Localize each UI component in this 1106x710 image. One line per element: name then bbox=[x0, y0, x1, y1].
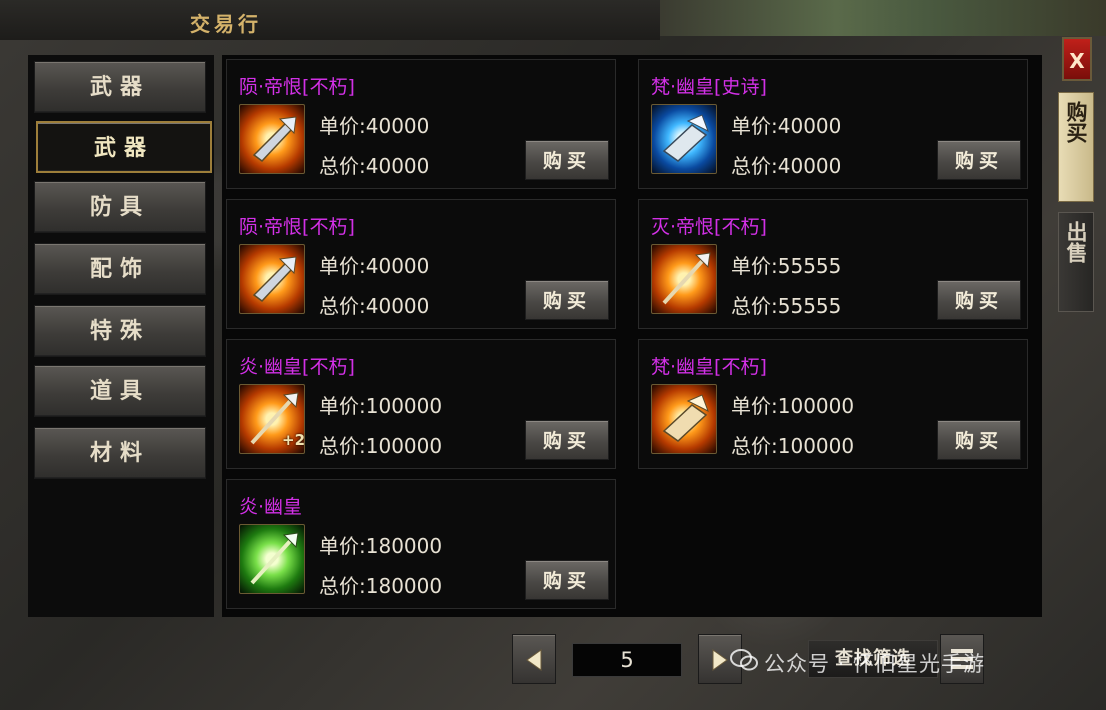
enhance-level: +2 bbox=[282, 431, 305, 449]
listing-card: 陨·帝恨[不朽] 单价:40000 总价:40000 购买 bbox=[226, 199, 616, 329]
title-bar: 交易行 bbox=[0, 0, 660, 40]
item-name: 梵·幽皇[不朽] bbox=[651, 356, 767, 378]
halberd-green-icon[interactable] bbox=[239, 524, 305, 594]
item-name: 炎·幽皇 bbox=[239, 496, 303, 518]
unit-price-row: 单价:40000 bbox=[319, 250, 429, 279]
total-price-value: 40000 bbox=[365, 154, 430, 178]
total-price-label: 总价: bbox=[731, 434, 778, 458]
category-sidebar: 武器 武器 防具 配饰 特殊 道具 材料 bbox=[28, 55, 214, 617]
unit-price-row: 单价:40000 bbox=[731, 110, 841, 139]
total-price-row: 总价:180000 bbox=[319, 570, 442, 599]
total-price-value: 40000 bbox=[777, 154, 842, 178]
trade-window: 交易行 X 购买 出售 武器 武器 防具 配饰 特殊 道具 材料 陨·帝恨[不朽… bbox=[0, 0, 1106, 710]
unit-price-value: 40000 bbox=[365, 114, 430, 138]
category-armor[interactable]: 防具 bbox=[34, 181, 206, 233]
halberd-orange-icon[interactable] bbox=[651, 244, 717, 314]
unit-price-row: 单价:40000 bbox=[319, 110, 429, 139]
total-price-label: 总价: bbox=[319, 154, 366, 178]
weapon-orange-icon[interactable] bbox=[239, 104, 305, 174]
buy-button[interactable]: 购买 bbox=[937, 420, 1021, 460]
unit-price-row: 单价:55555 bbox=[731, 250, 841, 279]
unit-price-label: 单价: bbox=[731, 114, 778, 138]
total-price-value: 55555 bbox=[777, 294, 842, 318]
prev-page-button[interactable] bbox=[512, 634, 556, 684]
listing-card: 梵·幽皇[不朽] 单价:100000 总价:100000 购买 bbox=[638, 339, 1028, 469]
category-weapon[interactable]: 武器 bbox=[34, 61, 206, 113]
tab-buy[interactable]: 购买 bbox=[1058, 92, 1094, 202]
unit-price-value: 40000 bbox=[777, 114, 842, 138]
total-price-row: 总价:55555 bbox=[731, 290, 841, 319]
total-price-row: 总价:40000 bbox=[319, 150, 429, 179]
listing-card: 灭·帝恨[不朽] 单价:55555 总价:55555 购买 bbox=[638, 199, 1028, 329]
unit-price-label: 单价: bbox=[319, 394, 366, 418]
category-weapon-selected[interactable]: 武器 bbox=[36, 121, 212, 173]
weapon-orange-icon[interactable] bbox=[651, 384, 717, 454]
total-price-value: 100000 bbox=[777, 434, 855, 458]
unit-price-label: 单价: bbox=[731, 254, 778, 278]
buy-button[interactable]: 购买 bbox=[525, 280, 609, 320]
tab-sell[interactable]: 出售 bbox=[1058, 212, 1094, 312]
total-price-row: 总价:40000 bbox=[731, 150, 841, 179]
unit-price-value: 180000 bbox=[365, 534, 443, 558]
total-price-label: 总价: bbox=[319, 434, 366, 458]
total-price-label: 总价: bbox=[731, 294, 778, 318]
weapon-blue-icon[interactable] bbox=[651, 104, 717, 174]
arrow-left-icon bbox=[526, 649, 542, 671]
close-button[interactable]: X bbox=[1062, 37, 1092, 81]
item-name: 梵·幽皇[史诗] bbox=[651, 76, 767, 98]
unit-price-value: 100000 bbox=[365, 394, 443, 418]
total-price-value: 40000 bbox=[365, 294, 430, 318]
unit-price-label: 单价: bbox=[319, 534, 366, 558]
total-price-label: 总价: bbox=[731, 154, 778, 178]
total-price-value: 100000 bbox=[365, 434, 443, 458]
item-name: 陨·帝恨[不朽] bbox=[239, 216, 355, 238]
halberd-orange-icon[interactable]: +2 bbox=[239, 384, 305, 454]
unit-price-row: 单价:100000 bbox=[731, 390, 854, 419]
total-price-row: 总价:100000 bbox=[731, 430, 854, 459]
item-name: 灭·帝恨[不朽] bbox=[651, 216, 767, 238]
listing-card: 梵·幽皇[史诗] 单价:40000 总价:40000 购买 bbox=[638, 59, 1028, 189]
listing-card: 炎·幽皇 单价:180000 总价:180000 购买 bbox=[226, 479, 616, 609]
unit-price-value: 100000 bbox=[777, 394, 855, 418]
window-title: 交易行 bbox=[190, 12, 262, 36]
total-price-value: 180000 bbox=[365, 574, 443, 598]
total-price-label: 总价: bbox=[319, 294, 366, 318]
unit-price-value: 40000 bbox=[365, 254, 430, 278]
unit-price-value: 55555 bbox=[777, 254, 842, 278]
tab-buy-label: 购买 bbox=[1064, 101, 1088, 143]
watermark-text: 公众号 · 怀旧星光手游 bbox=[764, 652, 986, 676]
unit-price-row: 单价:180000 bbox=[319, 530, 442, 559]
weapon-orange-icon[interactable] bbox=[239, 244, 305, 314]
unit-price-label: 单价: bbox=[319, 254, 366, 278]
item-name: 陨·帝恨[不朽] bbox=[239, 76, 355, 98]
category-special[interactable]: 特殊 bbox=[34, 305, 206, 357]
buy-button[interactable]: 购买 bbox=[525, 560, 609, 600]
total-price-row: 总价:100000 bbox=[319, 430, 442, 459]
buy-button[interactable]: 购买 bbox=[525, 140, 609, 180]
category-accessory[interactable]: 配饰 bbox=[34, 243, 206, 295]
category-materials[interactable]: 材料 bbox=[34, 427, 206, 479]
buy-button[interactable]: 购买 bbox=[937, 280, 1021, 320]
item-name: 炎·幽皇[不朽] bbox=[239, 356, 355, 378]
total-price-row: 总价:40000 bbox=[319, 290, 429, 319]
arrow-right-icon bbox=[712, 649, 728, 671]
buy-button[interactable]: 购买 bbox=[937, 140, 1021, 180]
listing-card: 陨·帝恨[不朽] 单价:40000 总价:40000 购买 bbox=[226, 59, 616, 189]
listing-card: 炎·幽皇[不朽] +2 单价:100000 总价:100000 购买 bbox=[226, 339, 616, 469]
category-props[interactable]: 道具 bbox=[34, 365, 206, 417]
buy-button[interactable]: 购买 bbox=[525, 420, 609, 460]
page-number: 5 bbox=[572, 643, 682, 677]
map-background bbox=[656, 0, 1106, 36]
tab-sell-label: 出售 bbox=[1064, 221, 1088, 263]
unit-price-label: 单价: bbox=[731, 394, 778, 418]
wechat-icon bbox=[730, 649, 758, 671]
total-price-label: 总价: bbox=[319, 574, 366, 598]
unit-price-label: 单价: bbox=[319, 114, 366, 138]
listing-grid: 陨·帝恨[不朽] 单价:40000 总价:40000 购买 梵·幽皇[史诗] 单… bbox=[222, 55, 1042, 617]
unit-price-row: 单价:100000 bbox=[319, 390, 442, 419]
